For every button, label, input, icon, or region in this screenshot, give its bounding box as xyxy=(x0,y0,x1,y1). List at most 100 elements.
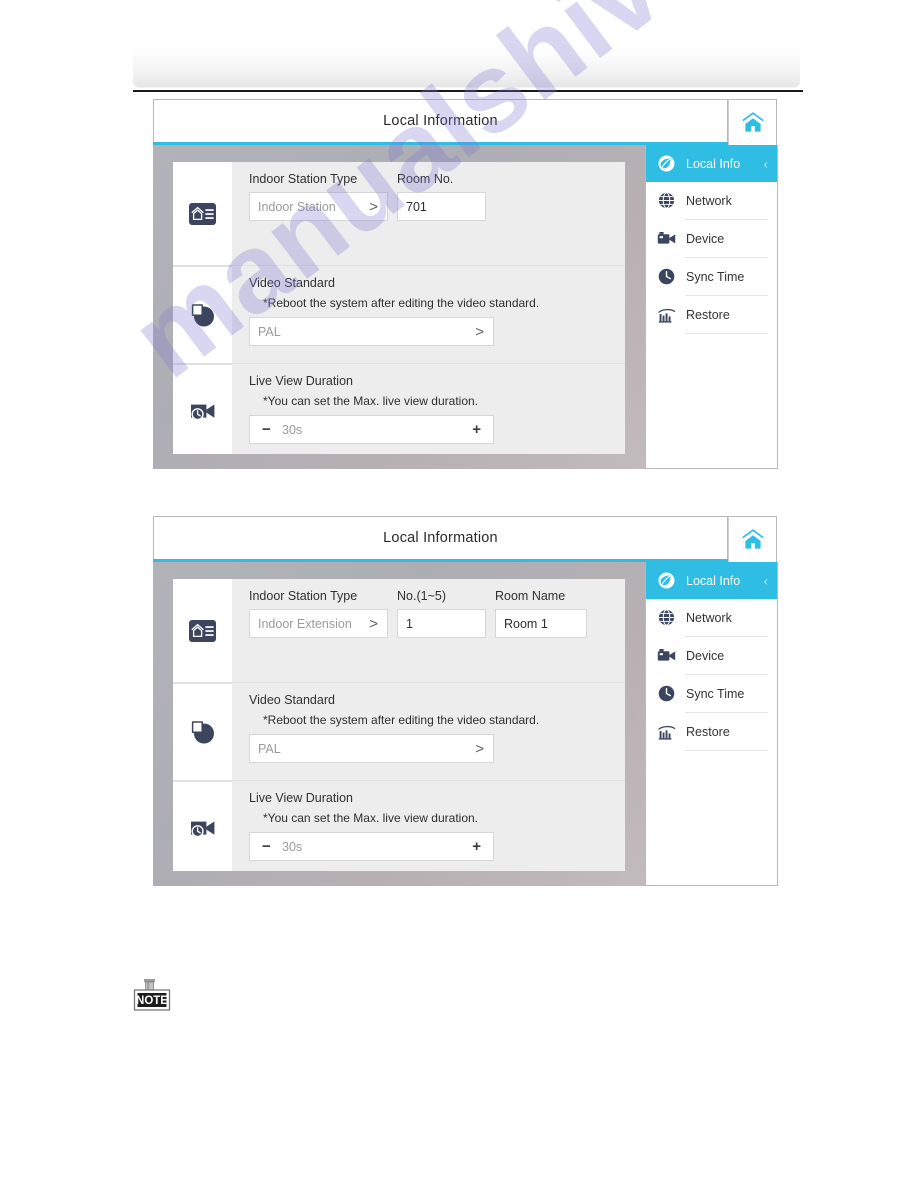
sidebar-item-label: Restore xyxy=(686,724,730,739)
field-value: Indoor Station xyxy=(258,199,336,214)
duration-value: 30s xyxy=(282,422,303,437)
sidebar-item-label: Local Info xyxy=(686,573,741,588)
indoor-station-icon xyxy=(189,619,216,642)
sidebar-item-restore[interactable]: Restore xyxy=(646,296,777,333)
sidebar-nav: Local Info ‹ Network Device Sync Time Re… xyxy=(645,145,778,469)
sidebar-item-label: Restore xyxy=(686,307,730,322)
row-icon-cell xyxy=(173,781,232,871)
sidebar-item-network[interactable]: Network xyxy=(646,599,777,636)
increment-button[interactable]: + xyxy=(472,422,481,437)
video-standard-label: Video Standard xyxy=(249,693,335,707)
sidebar-item-label: Sync Time xyxy=(686,686,745,701)
settings-row-video-standard: Video Standard *Reboot the system after … xyxy=(173,265,625,363)
row-body: Video Standard *Reboot the system after … xyxy=(232,266,625,363)
video-standard-icon xyxy=(191,304,214,327)
home-icon xyxy=(742,528,763,549)
row-icon-cell xyxy=(173,266,232,363)
live-view-duration-label: Live View Duration xyxy=(249,791,353,805)
device-screen: Indoor Station Type Indoor Extension > N… xyxy=(173,579,625,871)
sidebar-item-device[interactable]: Device xyxy=(646,220,777,257)
home-button[interactable] xyxy=(728,99,777,145)
device-bezel: Indoor Station Type Indoor Station > Roo… xyxy=(153,145,645,469)
room-no-input[interactable]: 701 xyxy=(397,192,486,221)
row-body: Live View Duration *You can set the Max.… xyxy=(232,364,625,454)
settings-row-station: Indoor Station Type Indoor Extension > N… xyxy=(173,579,625,682)
field-value: 701 xyxy=(406,199,427,214)
sidebar-item-network[interactable]: Network xyxy=(646,182,777,219)
field-value: 1 xyxy=(406,616,413,631)
sidebar-item-device[interactable]: Device xyxy=(646,637,777,674)
live-view-duration-hint: *You can set the Max. live view duration… xyxy=(263,394,479,408)
sidebar-item-sync-time[interactable]: Sync Time xyxy=(646,258,777,295)
local-info-icon xyxy=(656,155,677,172)
row-icon-cell xyxy=(173,162,232,265)
page-title: Local Information xyxy=(383,530,498,546)
field-label: Indoor Station Type xyxy=(249,172,358,186)
sync-time-icon xyxy=(656,685,677,702)
field-indoor-station-type: Indoor Station Type Indoor Station > xyxy=(249,172,388,221)
sidebar-item-local-info[interactable]: Local Info ‹ xyxy=(646,145,777,182)
row-body: Indoor Station Type Indoor Station > Roo… xyxy=(232,162,625,265)
page-header-rule xyxy=(133,90,803,92)
note-label: NOTE xyxy=(136,995,168,1007)
nav-divider xyxy=(685,333,768,334)
home-button[interactable] xyxy=(728,516,777,562)
nav-divider xyxy=(685,750,768,751)
device-icon xyxy=(656,231,677,246)
row-body: Indoor Station Type Indoor Extension > N… xyxy=(232,579,625,682)
chevron-right-icon: > xyxy=(369,198,378,215)
indoor-station-type-select[interactable]: Indoor Station > xyxy=(249,192,388,221)
local-info-icon xyxy=(656,572,677,589)
live-view-duration-stepper[interactable]: − 30s + xyxy=(249,415,494,444)
row-icon-cell xyxy=(173,364,232,454)
sidebar-nav: Local Info ‹ Network Device Sync Time Re… xyxy=(645,562,778,886)
live-view-duration-stepper[interactable]: − 30s + xyxy=(249,832,494,861)
indoor-station-icon xyxy=(189,202,216,225)
room-name-input[interactable]: Room 1 xyxy=(495,609,587,638)
sidebar-item-local-info[interactable]: Local Info ‹ xyxy=(646,562,777,599)
indoor-station-type-select[interactable]: Indoor Extension > xyxy=(249,609,388,638)
chevron-left-icon[interactable]: ‹ xyxy=(764,574,768,587)
page-title: Local Information xyxy=(383,113,498,129)
video-standard-select[interactable]: PAL > xyxy=(249,734,494,763)
live-view-duration-icon xyxy=(190,403,214,420)
station-fields: Indoor Station Type Indoor Extension > N… xyxy=(249,589,625,638)
field-value: Indoor Extension xyxy=(258,616,352,631)
restore-icon xyxy=(656,307,677,323)
row-icon-cell xyxy=(173,683,232,780)
sidebar-item-sync-time[interactable]: Sync Time xyxy=(646,675,777,712)
sync-time-icon xyxy=(656,268,677,285)
titlebar: Local Information xyxy=(153,516,728,559)
page-header-band xyxy=(133,39,800,87)
station-fields: Indoor Station Type Indoor Station > Roo… xyxy=(249,172,625,221)
note-stamp: NOTE xyxy=(133,978,181,1014)
sidebar-item-restore[interactable]: Restore xyxy=(646,713,777,750)
chevron-left-icon[interactable]: ‹ xyxy=(764,157,768,170)
network-icon xyxy=(656,192,677,209)
titlebar: Local Information xyxy=(153,99,728,142)
sidebar-item-label: Sync Time xyxy=(686,269,745,284)
device-screen: Indoor Station Type Indoor Station > Roo… xyxy=(173,162,625,454)
field-value: PAL xyxy=(258,741,281,756)
field-label: Room Name xyxy=(495,589,566,603)
extension-no-input[interactable]: 1 xyxy=(397,609,486,638)
sidebar-item-label: Local Info xyxy=(686,156,741,171)
field-label: Room No. xyxy=(397,172,454,186)
increment-button[interactable]: + xyxy=(472,839,481,854)
video-standard-select[interactable]: PAL > xyxy=(249,317,494,346)
live-view-duration-label: Live View Duration xyxy=(249,374,353,388)
decrement-button[interactable]: − xyxy=(262,422,271,437)
device-icon xyxy=(656,648,677,663)
live-view-duration-icon xyxy=(190,820,214,837)
decrement-button[interactable]: − xyxy=(262,839,271,854)
row-icon-cell xyxy=(173,579,232,682)
settings-row-live-view: Live View Duration *You can set the Max.… xyxy=(173,363,625,454)
field-label: Indoor Station Type xyxy=(249,589,358,603)
row-body: Video Standard *Reboot the system after … xyxy=(232,683,625,780)
chevron-right-icon: > xyxy=(369,615,378,632)
field-room-name: Room Name Room 1 xyxy=(495,589,587,638)
field-indoor-station-type: Indoor Station Type Indoor Extension > xyxy=(249,589,388,638)
video-standard-hint: *Reboot the system after editing the vid… xyxy=(263,296,540,310)
sidebar-item-label: Device xyxy=(686,231,725,246)
sidebar-item-label: Device xyxy=(686,648,725,663)
